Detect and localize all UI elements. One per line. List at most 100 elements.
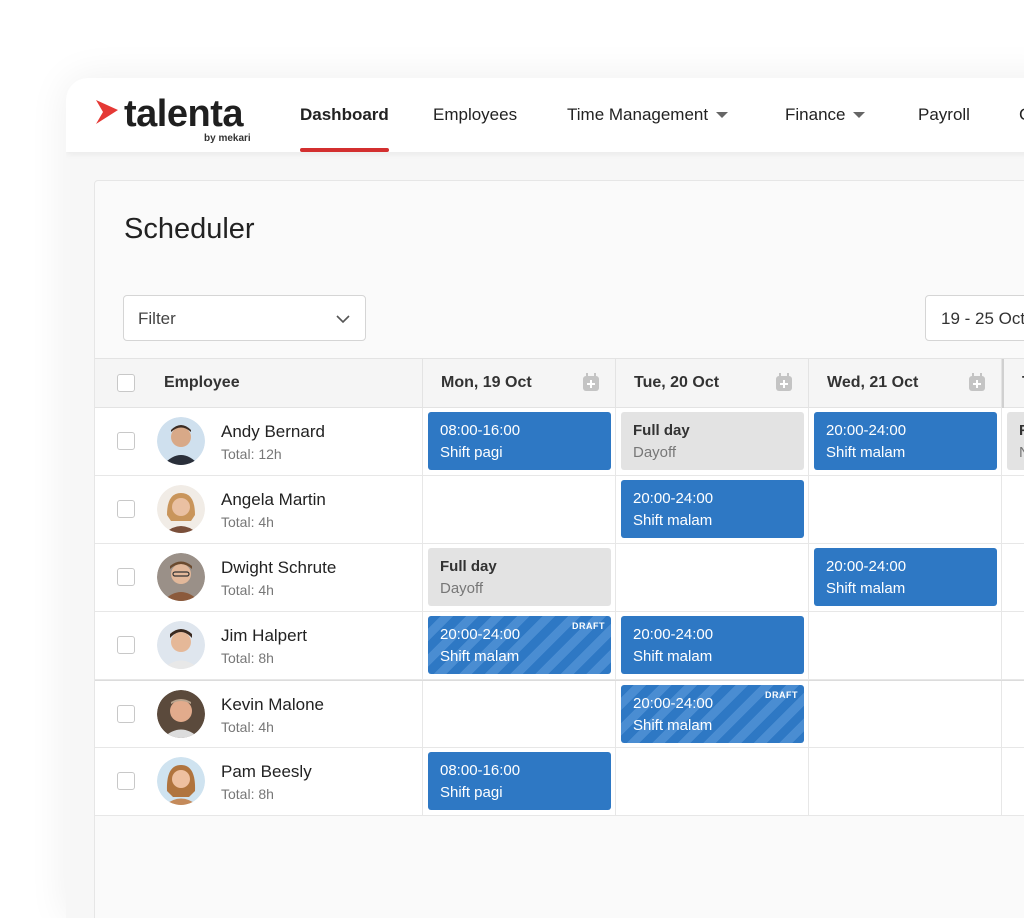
scheduler-card: Scheduler Filter 19 - 25 Oct Employee Mo… xyxy=(94,180,1024,918)
top-navbar: talenta by mekari Dashboard Employees Ti… xyxy=(66,78,1024,152)
employee-total: Total: 4h xyxy=(221,719,274,735)
row-checkbox[interactable] xyxy=(117,500,135,518)
day-cell[interactable]: 08:00-16:00 Shift pagi xyxy=(423,408,616,476)
row-checkbox[interactable] xyxy=(117,568,135,586)
shift-block[interactable]: 08:00-16:00 Shift pagi xyxy=(428,752,611,810)
row-checkbox[interactable] xyxy=(117,772,135,790)
dayoff-block[interactable]: Full day Dayoff xyxy=(621,412,804,470)
day-cell[interactable]: F N xyxy=(1002,408,1024,476)
table-row: Jim Halpert Total: 8h DRAFT 20:00-24:00 … xyxy=(95,612,1024,680)
day-cell[interactable]: Full day Dayoff xyxy=(423,544,616,612)
employee-cell: Angela Martin Total: 4h xyxy=(95,476,423,544)
shift-block[interactable]: 20:00-24:00 Shift malam xyxy=(621,616,804,674)
day-cell[interactable] xyxy=(616,748,809,816)
draft-shift-block[interactable]: DRAFT 20:00-24:00 Shift malam xyxy=(428,616,611,674)
nav-time-management[interactable]: Time Management xyxy=(567,78,729,152)
table-row: Angela Martin Total: 4h 20:00-24:00 Shif… xyxy=(95,476,1024,544)
shift-block[interactable]: 20:00-24:00 Shift malam xyxy=(621,480,804,538)
day-cell[interactable]: 20:00-24:00 Shift malam xyxy=(616,476,809,544)
shift-block[interactable]: 08:00-16:00 Shift pagi xyxy=(428,412,611,470)
row-checkbox[interactable] xyxy=(117,636,135,654)
avatar xyxy=(157,690,205,738)
avatar xyxy=(157,553,205,601)
shift-time: 08:00-16:00 xyxy=(440,422,521,439)
day-cell[interactable]: 20:00-24:00 Shift malam xyxy=(616,612,809,680)
employee-total: Total: 4h xyxy=(221,582,274,598)
day-cell[interactable] xyxy=(423,476,616,544)
date-range-picker[interactable]: 19 - 25 Oct xyxy=(925,295,1024,341)
table-row: Andy Bernard Total: 12h 08:00-16:00 Shif… xyxy=(95,408,1024,476)
nav-more-partial[interactable]: C xyxy=(1019,78,1024,152)
day-label: Tue, 20 Oct xyxy=(634,374,720,391)
chevron-down-icon xyxy=(336,315,350,324)
shift-block[interactable]: 20:00-24:00 Shift malam xyxy=(814,548,997,606)
date-range-label: 19 - 25 Oct xyxy=(941,309,1024,328)
employee-total: Total: 12h xyxy=(221,446,282,462)
employee-cell: Kevin Malone Total: 4h xyxy=(95,681,423,749)
caret-down-icon xyxy=(716,112,729,118)
talenta-chevron-icon xyxy=(96,100,118,124)
grid-header: Employee Mon, 19 Oct Tue, 20 Oct Wed, 21… xyxy=(95,358,1024,409)
day-cell[interactable] xyxy=(1002,476,1024,544)
logo-wordmark: talenta xyxy=(124,93,243,135)
day-cell[interactable]: 20:00-24:00 Shift malam xyxy=(809,544,1002,612)
day-cell[interactable] xyxy=(809,476,1002,544)
day-cell[interactable]: Full day Dayoff xyxy=(616,408,809,476)
shift-time: 20:00-24:00 xyxy=(633,695,714,712)
day-cell[interactable] xyxy=(809,748,1002,816)
shift-block[interactable]: 20:00-24:00 Shift malam xyxy=(814,412,997,470)
dayoff-block[interactable]: F N xyxy=(1007,412,1024,470)
shift-name: Shift malam xyxy=(633,648,713,665)
day-cell[interactable] xyxy=(1002,544,1024,612)
table-row: Pam Beesly Total: 8h 08:00-16:00 Shift p… xyxy=(95,748,1024,816)
nav-finance[interactable]: Finance xyxy=(785,78,866,152)
row-checkbox[interactable] xyxy=(117,432,135,450)
day-cell[interactable]: DRAFT 20:00-24:00 Shift malam xyxy=(616,681,809,749)
row-checkbox[interactable] xyxy=(117,705,135,723)
day-cell[interactable] xyxy=(423,681,616,749)
shift-time: Full day xyxy=(440,558,497,575)
add-schedule-icon[interactable] xyxy=(583,373,599,391)
employee-total: Total: 4h xyxy=(221,514,274,530)
select-all-checkbox[interactable] xyxy=(117,374,135,392)
filter-dropdown[interactable]: Filter xyxy=(123,295,366,341)
shift-name: Shift malam xyxy=(633,512,713,529)
nav-employees[interactable]: Employees xyxy=(433,78,517,152)
nav-payroll[interactable]: Payroll xyxy=(918,78,970,152)
day-cell[interactable] xyxy=(616,544,809,612)
avatar xyxy=(157,757,205,805)
add-schedule-icon[interactable] xyxy=(969,373,985,391)
employee-column-header: Employee xyxy=(164,374,240,391)
dayoff-block[interactable]: Full day Dayoff xyxy=(428,548,611,606)
shift-time: 20:00-24:00 xyxy=(633,490,714,507)
employee-name: Angela Martin xyxy=(221,490,326,509)
day-cell[interactable] xyxy=(809,681,1002,749)
filter-label: Filter xyxy=(138,309,176,328)
table-row: Dwight Schrute Total: 4h Full day Dayoff… xyxy=(95,544,1024,612)
nav-dashboard[interactable]: Dashboard xyxy=(300,78,389,152)
employee-name: Pam Beesly xyxy=(221,762,312,781)
page-title: Scheduler xyxy=(124,213,255,245)
day-cell[interactable] xyxy=(809,612,1002,680)
shift-name: Shift pagi xyxy=(440,444,503,461)
employee-cell: Pam Beesly Total: 8h xyxy=(95,748,423,816)
nav-finance-label: Finance xyxy=(785,105,846,124)
shift-name: Shift malam xyxy=(826,444,906,461)
header-day-wed: Wed, 21 Oct xyxy=(809,359,1002,409)
shift-name: Shift malam xyxy=(826,580,906,597)
day-label: Mon, 19 Oct xyxy=(441,374,532,391)
day-label: Wed, 21 Oct xyxy=(827,374,919,391)
talenta-logo[interactable]: talenta by mekari xyxy=(94,93,254,144)
shift-time: 20:00-24:00 xyxy=(826,422,907,439)
day-cell[interactable] xyxy=(1002,748,1024,816)
day-cell[interactable] xyxy=(1002,612,1024,680)
add-schedule-icon[interactable] xyxy=(776,373,792,391)
avatar xyxy=(157,417,205,465)
day-cell[interactable]: 08:00-16:00 Shift pagi xyxy=(423,748,616,816)
day-cell[interactable]: 20:00-24:00 Shift malam xyxy=(809,408,1002,476)
day-cell[interactable] xyxy=(1002,681,1024,749)
table-row: Kevin Malone Total: 4h DRAFT 20:00-24:00… xyxy=(95,680,1024,749)
day-cell[interactable]: DRAFT 20:00-24:00 Shift malam xyxy=(423,612,616,680)
shift-name: Shift malam xyxy=(633,717,713,734)
draft-shift-block[interactable]: DRAFT 20:00-24:00 Shift malam xyxy=(621,685,804,743)
